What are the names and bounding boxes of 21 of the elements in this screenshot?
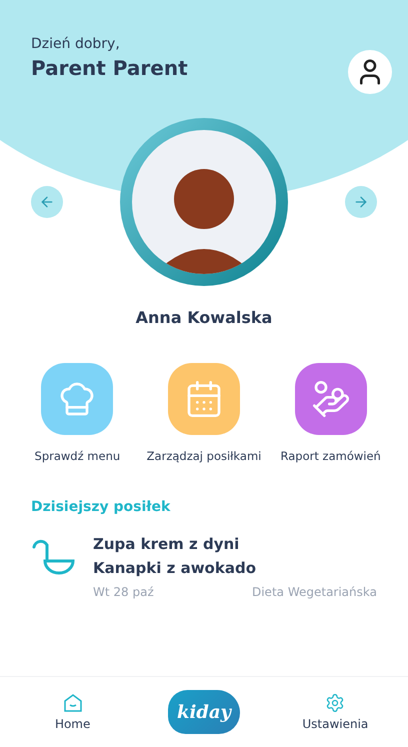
settings-icon bbox=[325, 693, 346, 713]
section-title: Dzisiejszy posiłek bbox=[31, 499, 172, 515]
home-icon bbox=[62, 693, 83, 713]
previous-button[interactable] bbox=[31, 186, 63, 218]
home-tab[interactable]: Home bbox=[22, 693, 123, 731]
arrow-right-icon bbox=[353, 194, 369, 210]
meal-date: Wt 28 paź bbox=[93, 585, 154, 599]
action-button[interactable]: Sprawdź menu bbox=[14, 363, 141, 463]
meal-item: Kanapki z awokado bbox=[93, 559, 258, 577]
child-name: Anna Kowalska bbox=[134, 308, 274, 327]
diet-label: Dieta Wegetariańska bbox=[252, 585, 377, 599]
arrow-left-icon bbox=[39, 194, 55, 210]
action-button[interactable]: Raport zamówień bbox=[267, 363, 394, 463]
greeting: Dzień dobry, bbox=[31, 36, 121, 52]
logo: kiday bbox=[168, 690, 240, 734]
meal-item: Zupa krem z dyni bbox=[93, 535, 240, 553]
next-button[interactable] bbox=[345, 186, 377, 218]
hand-money-icon bbox=[310, 379, 351, 419]
action-button[interactable]: Zarządzaj posiłkami bbox=[140, 363, 268, 463]
settings-tab[interactable]: Ustawienia bbox=[285, 693, 386, 731]
user-name: Parent Parent bbox=[31, 56, 188, 80]
